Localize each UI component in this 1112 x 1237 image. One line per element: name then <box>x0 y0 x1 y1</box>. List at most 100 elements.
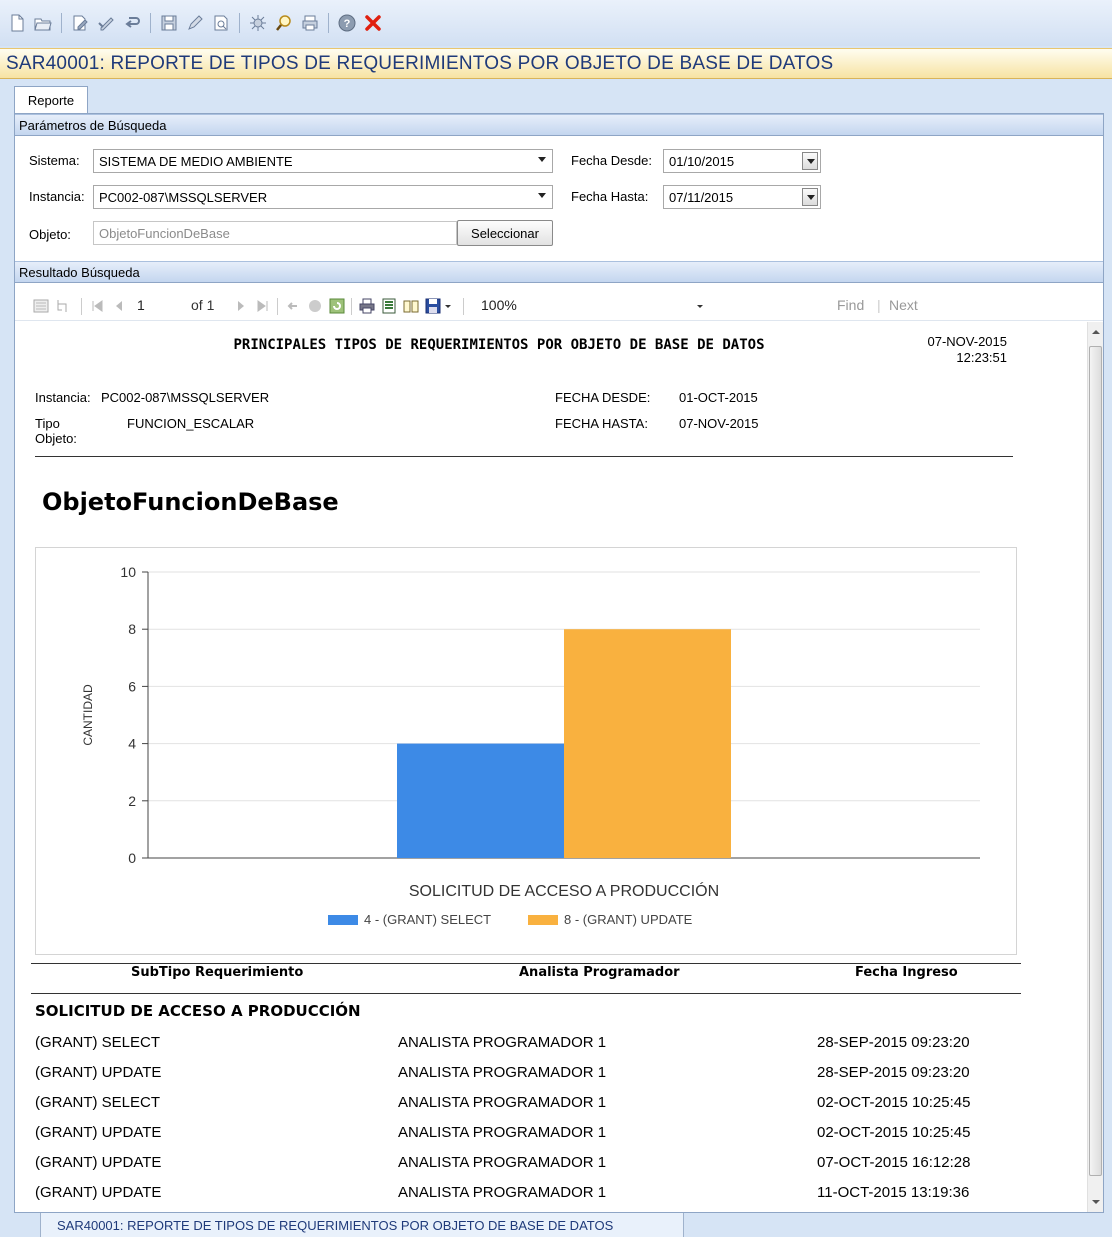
table-row: (GRANT) UPDATE ANALISTA PROGRAMADOR 1 11-O… <box>15 1184 1055 1212</box>
calendar-dropdown-icon[interactable] <box>802 152 818 170</box>
find-next-link[interactable]: Next <box>889 297 918 313</box>
cell-subtipo: (GRANT) UPDATE <box>35 1154 162 1171</box>
sistema-value: SISTEMA DE MEDIO AMBIENTE <box>99 153 293 169</box>
toolbar-separator <box>328 13 329 33</box>
scroll-thumb[interactable] <box>1089 346 1102 1176</box>
calendar-dropdown-icon[interactable] <box>802 188 818 206</box>
print-icon[interactable] <box>299 12 321 34</box>
tab-reporte[interactable]: Reporte <box>14 86 88 114</box>
cell-subtipo: (GRANT) SELECT <box>35 1034 161 1051</box>
instancia-meta-value: PC002-087\MSSQLSERVER <box>101 390 270 405</box>
close-icon[interactable] <box>362 12 384 34</box>
cell-analista: ANALISTA PROGRAMADOR 1 <box>398 1094 607 1111</box>
fecha-hasta-meta-label: FECHA HASTA: <box>555 416 648 431</box>
cell-analista: ANALISTA PROGRAMADOR 1 <box>398 1124 607 1141</box>
y-tick-label: 4 <box>128 736 136 752</box>
objeto-field[interactable]: ObjetoFuncionDeBase <box>93 221 457 245</box>
save-icon[interactable] <box>158 12 180 34</box>
table-row: (GRANT) UPDATE ANALISTA PROGRAMADOR 1 07-O… <box>15 1154 1055 1184</box>
status-bar: SAR40001: REPORTE DE TIPOS DE REQUERIMIE… <box>0 1213 1112 1237</box>
fecha-desde-meta-label: FECHA DESDE: <box>555 390 651 405</box>
instancia-select[interactable]: PC002-087\MSSQLSERVER <box>93 185 553 209</box>
pencil-icon[interactable] <box>184 12 206 34</box>
page-setup-icon[interactable] <box>403 298 419 314</box>
tipo-objeto-label: Tipo Objeto: <box>35 416 77 446</box>
process-icon[interactable] <box>247 12 269 34</box>
report-panel: Parámetros de Búsqueda Sistema: SISTEMA … <box>14 113 1104 1213</box>
report-time: 12:23:51 <box>956 350 1007 365</box>
document-map-icon[interactable] <box>33 298 49 314</box>
seleccionar-button[interactable]: Seleccionar <box>457 220 553 246</box>
fecha-hasta-picker[interactable]: 07/11/2015 <box>663 185 821 209</box>
table-header-divider <box>31 993 1021 994</box>
legend-label: 4 - (GRANT) SELECT <box>364 912 491 927</box>
vertical-scrollbar[interactable] <box>1087 322 1103 1212</box>
scroll-down-icon[interactable] <box>1091 1198 1101 1206</box>
legend-swatch <box>328 915 358 925</box>
cell-fecha: 28-SEP-2015 09:23:20 <box>817 1034 970 1051</box>
chevron-down-icon <box>538 157 546 162</box>
viewer-separator <box>351 298 352 315</box>
chevron-down-icon <box>538 193 546 198</box>
sistema-label: Sistema: <box>29 153 80 168</box>
header-divider <box>35 456 1013 457</box>
edit-icon[interactable] <box>69 12 91 34</box>
cell-fecha: 02-OCT-2015 10:25:45 <box>817 1124 971 1141</box>
find-link[interactable]: Find <box>837 297 864 313</box>
cell-fecha: 28-SEP-2015 09:23:20 <box>817 1064 970 1081</box>
report-datetime: 07-NOV-2015 12:23:51 <box>928 334 1008 366</box>
stop-icon[interactable] <box>307 298 323 314</box>
new-icon[interactable] <box>6 12 28 34</box>
search-form: Sistema: SISTEMA DE MEDIO AMBIENTE Insta… <box>15 137 1103 261</box>
zoom-select[interactable]: 100% <box>481 297 517 313</box>
last-page-icon[interactable] <box>255 298 271 314</box>
chevron-down-icon[interactable] <box>443 298 453 314</box>
first-page-icon[interactable] <box>89 298 105 314</box>
cell-subtipo: (GRANT) UPDATE <box>35 1184 162 1201</box>
fecha-desde-value: 01/10/2015 <box>669 153 735 169</box>
preview-icon[interactable] <box>210 12 232 34</box>
requirements-chart: 0 2 4 6 8 10 CANTIDAD SOLICITUD DE ACCESO A PRO… <box>35 547 1017 955</box>
previous-page-icon[interactable] <box>111 298 127 314</box>
report-viewer-toolbar: 1 of 1 100% Find | Next <box>15 291 1103 321</box>
y-tick-label: 2 <box>128 793 136 809</box>
print-icon[interactable] <box>359 298 375 314</box>
chevron-down-icon[interactable] <box>695 298 705 314</box>
current-page[interactable]: 1 <box>137 297 145 313</box>
cell-fecha: 07-OCT-2015 16:12:28 <box>817 1154 971 1171</box>
cell-analista: ANALISTA PROGRAMADOR 1 <box>398 1064 607 1081</box>
report-page: PRINCIPALES TIPOS DE REQUERIMIENTOS POR … <box>15 322 1087 1212</box>
search-section-header: Parámetros de Búsqueda <box>15 114 1103 136</box>
fecha-desde-picker[interactable]: 01/10/2015 <box>663 149 821 173</box>
undo-icon[interactable] <box>121 12 143 34</box>
refresh-icon[interactable] <box>329 298 345 314</box>
back-icon[interactable] <box>285 298 301 314</box>
cell-subtipo: (GRANT) UPDATE <box>35 1064 162 1081</box>
print-layout-icon[interactable] <box>381 298 397 314</box>
results-section-header: Resultado Búsqueda <box>15 261 1103 283</box>
open-icon[interactable] <box>32 12 54 34</box>
approve-icon[interactable] <box>95 12 117 34</box>
fecha-hasta-value: 07/11/2015 <box>669 189 734 205</box>
group-title: SOLICITUD DE ACCESO A PRODUCCIÓN <box>35 1002 361 1020</box>
sistema-select[interactable]: SISTEMA DE MEDIO AMBIENTE <box>93 149 553 173</box>
parent-report-icon[interactable] <box>55 298 71 314</box>
report-date: 07-NOV-2015 <box>927 334 1008 349</box>
window-tab[interactable]: SAR40001: REPORTE DE TIPOS DE REQUERIMIE… <box>40 1213 684 1237</box>
instancia-value: PC002-087\MSSQLSERVER <box>99 189 268 205</box>
viewer-separator <box>81 298 82 315</box>
help-icon[interactable]: ? <box>336 12 358 34</box>
chart-svg: 0 2 4 6 8 10 CANTIDAD SOLICITUD DE ACCESO A PRO… <box>81 564 980 927</box>
toolbar-separator <box>239 13 240 33</box>
cell-analista: ANALISTA PROGRAMADOR 1 <box>398 1034 607 1051</box>
column-header-analista: Analista Programador <box>519 965 680 980</box>
search-icon[interactable] <box>273 12 295 34</box>
find-separator: | <box>877 297 881 313</box>
column-header-subtipo: SubTipo Requerimiento <box>131 965 304 980</box>
next-page-icon[interactable] <box>233 298 249 314</box>
scroll-up-icon[interactable] <box>1091 328 1101 336</box>
instancia-label: Instancia: <box>29 189 85 204</box>
main-toolbar: ? <box>0 0 1112 46</box>
export-icon[interactable] <box>425 298 441 314</box>
y-tick-label: 10 <box>120 564 136 580</box>
